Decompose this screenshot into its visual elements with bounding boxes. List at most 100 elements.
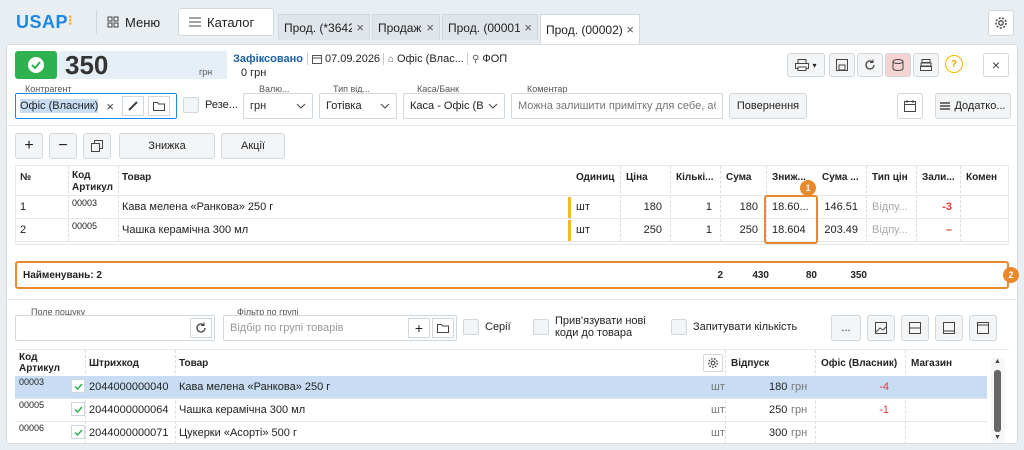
clear-icon[interactable]: ×: [106, 99, 114, 114]
header-code[interactable]: Код: [19, 352, 37, 363]
row-price-type[interactable]: Відпу...: [872, 201, 908, 213]
header-sum[interactable]: Сума: [726, 172, 751, 183]
image-view-button[interactable]: [867, 315, 895, 341]
header-stock[interactable]: Зали...: [922, 172, 955, 183]
row-unit[interactable]: шт: [576, 201, 590, 213]
tab-4-active[interactable]: Прод. (00002) ×: [540, 14, 640, 44]
row-unit[interactable]: шт: [576, 224, 590, 236]
header-barcode[interactable]: Штрихкод: [89, 358, 139, 369]
header-retail[interactable]: Відпуск: [731, 358, 769, 369]
table-row[interactable]: 2 00005 Чашка керамічна 300 мл шт 250 1 …: [16, 219, 1008, 242]
series-checkbox[interactable]: [463, 319, 479, 335]
header-code[interactable]: Код: [72, 170, 90, 181]
pencil-icon: [127, 100, 139, 112]
header-product[interactable]: Товар: [179, 358, 208, 369]
image-icon: [875, 322, 887, 334]
row-price[interactable]: 250: [644, 224, 662, 236]
row-price[interactable]: 180: [644, 201, 662, 213]
row-product[interactable]: Чашка керамічна 300 мл: [122, 224, 248, 236]
archive-button[interactable]: [913, 53, 939, 77]
currency-select[interactable]: грн: [243, 93, 313, 119]
header-office[interactable]: Офіс (Власник): [821, 358, 897, 369]
more-button[interactable]: ...: [831, 315, 861, 341]
header-comment[interactable]: Комен: [966, 172, 997, 183]
header-price[interactable]: Ціна: [626, 172, 648, 183]
entity-block[interactable]: ⚲ ФОП: [467, 53, 507, 65]
top-panel-button[interactable]: [969, 315, 997, 341]
print-button[interactable]: ▾: [787, 53, 825, 77]
row-qty[interactable]: 1: [706, 224, 712, 236]
search-field[interactable]: [15, 315, 215, 341]
header-article[interactable]: Артикул: [19, 363, 60, 374]
header-qty[interactable]: Кількі...: [676, 172, 714, 183]
header-price-type[interactable]: Тип цін: [872, 172, 908, 183]
header-shop[interactable]: Магазин: [911, 358, 952, 369]
promo-button[interactable]: Акції: [221, 133, 285, 159]
open-button[interactable]: [147, 96, 170, 116]
edit-button[interactable]: [121, 96, 144, 116]
header-total[interactable]: Сума ...: [822, 172, 859, 183]
row-qty[interactable]: 1: [706, 201, 712, 213]
close-icon[interactable]: ×: [356, 20, 364, 35]
help-button[interactable]: ?: [945, 55, 963, 73]
add-row-button[interactable]: +: [15, 133, 43, 159]
ask-qty-label: Запитувати кількість: [693, 321, 798, 333]
refresh-button[interactable]: [857, 53, 883, 77]
additional-button[interactable]: Додатко...: [935, 93, 1011, 119]
row-product[interactable]: Кава мелена «Ранкова» 250 г: [122, 201, 273, 213]
scroll-down-icon[interactable]: ▼: [994, 434, 1001, 441]
scrollbar-thumb[interactable]: [994, 370, 1001, 432]
return-button[interactable]: Повернення: [729, 93, 807, 119]
header-num[interactable]: №: [20, 172, 31, 183]
group-open-button[interactable]: [432, 318, 454, 338]
close-icon[interactable]: ×: [524, 20, 532, 35]
delete-button[interactable]: [885, 53, 911, 77]
row-price: 300: [769, 427, 788, 439]
close-icon[interactable]: ×: [626, 22, 634, 37]
settings-button[interactable]: [988, 10, 1014, 36]
calendar-button[interactable]: [897, 93, 923, 119]
catalog-button[interactable]: Каталог: [178, 8, 274, 36]
logo[interactable]: USAP⁝: [16, 12, 73, 33]
table-row[interactable]: 1 00003 Кава мелена «Ранкова» 250 г шт 1…: [16, 196, 1008, 219]
scroll-up-icon[interactable]: ▲: [994, 358, 1001, 365]
header-article[interactable]: Артикул: [72, 182, 113, 193]
header-unit[interactable]: Одиниц: [576, 172, 614, 183]
date-block[interactable]: 07.09.2026: [307, 53, 380, 65]
tab-2[interactable]: Продаж ×: [372, 14, 440, 40]
fix-status-button[interactable]: [15, 51, 57, 79]
header-product[interactable]: Товар: [122, 172, 151, 183]
menu-button[interactable]: Меню: [96, 10, 170, 34]
unit-marker: [568, 220, 571, 241]
bottom-panel-button[interactable]: [935, 315, 963, 341]
scrollbar-track[interactable]: ▲ ▼: [991, 358, 1005, 443]
header-discount[interactable]: Зниж...: [772, 172, 806, 183]
tab-1[interactable]: Прод. (*3642) ×: [278, 14, 370, 40]
row-price-type[interactable]: Відпу...: [872, 224, 908, 236]
bind-codes-checkbox[interactable]: [533, 319, 549, 335]
goods-row[interactable]: 00006 2044000000071 Цукерки «Асорті» 500…: [15, 422, 987, 443]
ask-qty-checkbox[interactable]: [671, 319, 687, 335]
search-refresh-button[interactable]: [190, 318, 212, 338]
group-add-button[interactable]: +: [408, 318, 430, 338]
check-icon: [71, 379, 85, 393]
copy-row-button[interactable]: [83, 133, 111, 159]
store-block[interactable]: ⌂ Офіс (Влас...: [383, 53, 464, 65]
column-settings-button[interactable]: [703, 354, 723, 372]
comment-input[interactable]: [511, 93, 723, 119]
goods-row-selected[interactable]: 00003 2044000000040 Кава мелена «Ранкова…: [15, 376, 987, 399]
discount-button[interactable]: Знижка: [119, 133, 215, 159]
close-icon[interactable]: ×: [426, 20, 434, 35]
group-filter-field[interactable]: Відбір по групі товарів +: [223, 315, 457, 341]
contractor-field[interactable]: Офіс (Власник) ×: [15, 93, 177, 119]
footer-qty: 2: [717, 270, 723, 281]
cashbox-select[interactable]: Каса - Офіс (В: [403, 93, 505, 119]
payment-type-select[interactable]: Готівка: [319, 93, 397, 119]
remove-row-button[interactable]: −: [49, 133, 77, 159]
reserve-checkbox[interactable]: [183, 97, 199, 113]
save-button[interactable]: [829, 53, 855, 77]
goods-row[interactable]: 00005 2044000000064 Чашка керамічна 300 …: [15, 399, 987, 422]
split-view-button[interactable]: [901, 315, 929, 341]
close-document-button[interactable]: ×: [983, 53, 1009, 77]
tab-3[interactable]: Прод. (00001) ×: [442, 14, 538, 40]
